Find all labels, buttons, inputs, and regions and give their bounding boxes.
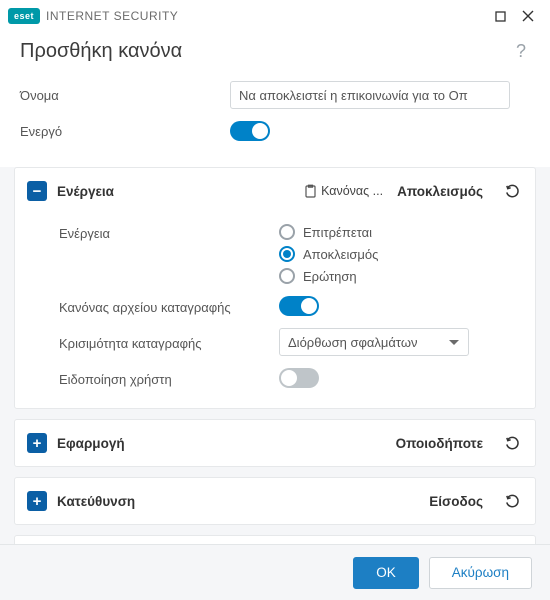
notify-toggle[interactable]	[279, 368, 319, 388]
panel-application: + Εφαρμογή Οποιοδήποτε	[14, 419, 536, 467]
panel-direction: + Κατεύθυνση Είσοδος	[14, 477, 536, 525]
cancel-button[interactable]: Ακύρωση	[429, 557, 532, 589]
log-rule-toggle[interactable]	[279, 296, 319, 316]
severity-select[interactable]: Διόρθωση σφαλμάτων	[279, 328, 469, 356]
action-radio-group: Επιτρέπεται Αποκλεισμός Ερώτηση	[279, 224, 378, 284]
expand-icon[interactable]: +	[27, 433, 47, 453]
rule-file-hint: Κανόνας ...	[304, 184, 383, 198]
sub-action-label: Ενέργεια	[59, 224, 269, 241]
severity-label: Κρισιμότητα καταγραφής	[59, 334, 269, 351]
page-title: Προσθήκη κανόνα	[20, 40, 512, 63]
panels-scroll[interactable]: − Ενέργεια Κανόνας ... Αποκλεισμός Ενέργ…	[0, 167, 550, 561]
brand-name: INTERNET SECURITY	[46, 9, 178, 23]
revert-icon[interactable]	[501, 490, 523, 512]
expand-icon[interactable]: +	[27, 491, 47, 511]
active-label: Ενεργό	[20, 124, 230, 139]
log-rule-label: Κανόνας αρχείου καταγραφής	[59, 298, 269, 315]
revert-icon[interactable]	[501, 432, 523, 454]
name-label: Όνομα	[20, 88, 230, 103]
footer: OK Ακύρωση	[0, 544, 550, 600]
collapse-icon[interactable]: −	[27, 181, 47, 201]
panel-action-title: Ενέργεια	[57, 184, 294, 199]
revert-icon[interactable]	[501, 180, 523, 202]
panel-action-summary: Αποκλεισμός	[397, 184, 483, 199]
window-maximize-button[interactable]	[486, 2, 514, 30]
panel-action: − Ενέργεια Κανόνας ... Αποκλεισμός Ενέργ…	[14, 167, 536, 409]
radio-allow[interactable]: Επιτρέπεται	[279, 224, 378, 240]
active-toggle[interactable]	[230, 121, 270, 141]
radio-block[interactable]: Αποκλεισμός	[279, 246, 378, 262]
brand-badge: eset	[8, 8, 40, 24]
title-bar: eset INTERNET SECURITY	[0, 0, 550, 32]
name-input[interactable]	[230, 81, 510, 109]
radio-ask[interactable]: Ερώτηση	[279, 268, 378, 284]
notify-label: Ειδοποίηση χρήστη	[59, 370, 269, 387]
panel-direction-head[interactable]: + Κατεύθυνση Είσοδος	[15, 478, 535, 524]
clipboard-icon	[304, 184, 317, 198]
ok-button[interactable]: OK	[353, 557, 419, 589]
window-close-button[interactable]	[514, 2, 542, 30]
help-icon[interactable]: ?	[512, 41, 530, 62]
panel-application-head[interactable]: + Εφαρμογή Οποιοδήποτε	[15, 420, 535, 466]
